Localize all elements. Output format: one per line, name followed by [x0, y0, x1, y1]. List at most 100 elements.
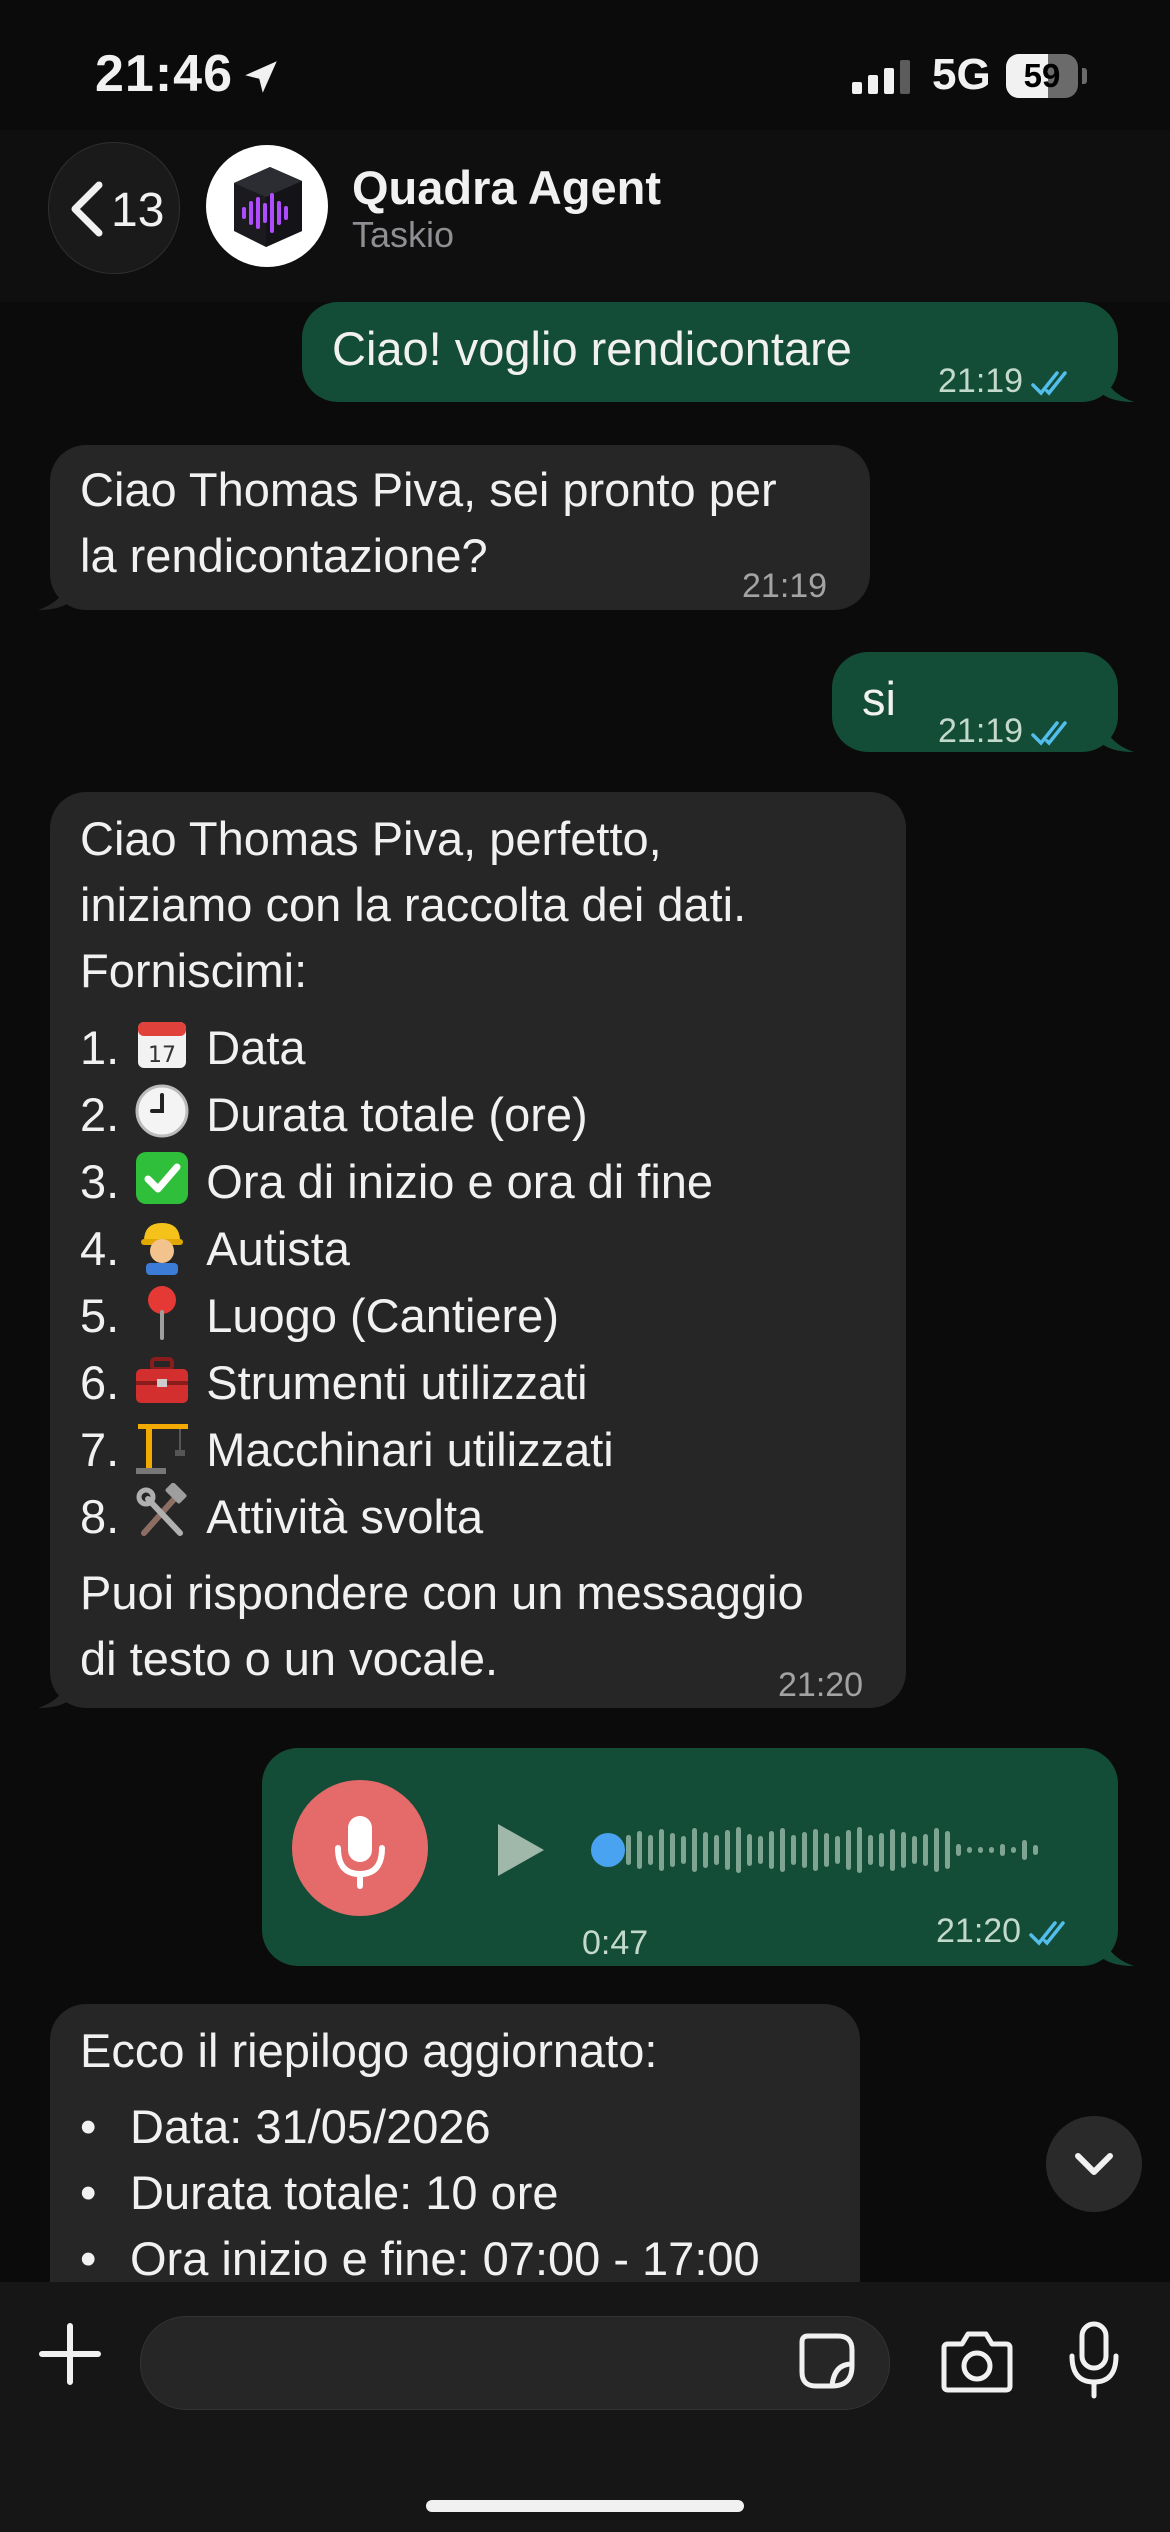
waveform-bar	[725, 1830, 730, 1870]
check-mark-icon	[136, 1152, 189, 1204]
waveform-bar	[989, 1847, 994, 1853]
waveform-bar	[802, 1832, 807, 1868]
message-text: Puoi rispondere con un messaggio	[80, 1566, 804, 1619]
bubble-tail	[1100, 1926, 1134, 1966]
bubble-tail	[38, 1668, 72, 1708]
status-bar: 21:46 5G 59	[0, 0, 1170, 150]
waveform-bar	[846, 1830, 851, 1870]
waveform-bar	[824, 1833, 829, 1867]
waveform-bar	[1022, 1840, 1027, 1860]
waveform-bar	[978, 1847, 983, 1853]
list-item: • Data: 31/05/2026	[80, 2100, 491, 2153]
message-text: la rendicontazione?	[80, 529, 488, 582]
battery-percent: 59	[1023, 57, 1061, 94]
message-outgoing[interactable]: si 21:19	[832, 652, 1118, 752]
message-text: Ciao Thomas Piva, sei pronto per	[80, 463, 777, 516]
waveform-bar	[747, 1834, 752, 1866]
message-text: Ciao! voglio rendicontare	[332, 322, 852, 375]
voice-mic-avatar	[292, 1780, 428, 1916]
plus-icon[interactable]	[38, 2322, 102, 2386]
waveform-bar	[956, 1844, 961, 1856]
camera-icon[interactable]	[940, 2328, 1014, 2394]
waveform-bar	[637, 1831, 642, 1869]
double-check-read-icon	[1031, 721, 1067, 746]
list-item: 2. Durata totale (ore)	[80, 1081, 804, 1148]
list-item: 5. Luogo (Cantiere)	[80, 1282, 804, 1349]
message-text: Forniscimi:	[80, 944, 308, 997]
playback-position-dot	[591, 1833, 625, 1867]
list-item: • Durata totale: 10 ore	[80, 2166, 559, 2219]
audio-cube-logo-icon	[234, 167, 302, 247]
list-item: 6. Strumenti utilizzati	[80, 1349, 804, 1416]
pushpin-icon	[148, 1286, 177, 1340]
home-indicator	[426, 2500, 744, 2512]
voice-message[interactable]: 0:47 21:20	[262, 1748, 1118, 1966]
waveform-bar	[890, 1829, 895, 1871]
waveform-bar	[879, 1833, 884, 1867]
waveform-bar	[901, 1832, 906, 1868]
chat-header: 13 Quadra Agent Taskio	[0, 130, 1170, 302]
waveform-bar	[868, 1835, 873, 1865]
message-time: 21:20	[936, 1912, 1022, 1950]
double-check-read-icon	[1029, 1921, 1065, 1946]
bubble-tail	[38, 570, 72, 610]
message-incoming[interactable]: Ciao Thomas Piva, sei pronto per la rend…	[50, 445, 870, 610]
message-time: 21:19	[938, 362, 1024, 400]
waveform-bar	[934, 1828, 939, 1872]
message-time: 21:19	[742, 567, 828, 605]
message-input[interactable]	[171, 2317, 795, 2411]
sticker-icon[interactable]	[796, 2330, 858, 2392]
chevron-down-icon	[1075, 2153, 1113, 2175]
waveform-bar	[967, 1847, 972, 1853]
scroll-to-bottom-button[interactable]	[1046, 2116, 1142, 2212]
message-text: di testo o un vocale.	[80, 1632, 499, 1685]
back-button[interactable]: 13	[48, 142, 180, 274]
unread-count: 13	[111, 184, 165, 237]
waveform-bar	[681, 1836, 686, 1864]
crane-icon	[136, 1424, 189, 1474]
waveform-bar	[769, 1831, 774, 1869]
message-text: Ciao Thomas Piva, perfetto,	[80, 812, 662, 865]
message-text: iniziamo con la raccolta dei dati.	[80, 878, 747, 931]
waveform-bar	[648, 1835, 653, 1865]
waveform-bar	[857, 1827, 862, 1873]
waveform-bar	[780, 1828, 785, 1872]
list-item: 8. Attività svolta	[80, 1483, 804, 1550]
voice-waveform[interactable]	[588, 1800, 1088, 1900]
contact-avatar[interactable]	[206, 145, 328, 267]
waveform-bar	[670, 1833, 675, 1867]
clock-icon	[135, 1084, 189, 1138]
network-type: 5G	[932, 50, 991, 99]
message-text: Ecco il riepilogo aggiornato:	[80, 2024, 658, 2077]
message-time: 21:20	[778, 1666, 864, 1704]
list-item: 1. 17 Data	[80, 1014, 804, 1081]
chevron-left-icon	[71, 181, 103, 237]
waveform-bar	[714, 1835, 719, 1865]
bubble-tail	[1100, 362, 1134, 402]
chat-area[interactable]: Ciao! voglio rendicontare 21:19 Ciao Tho…	[0, 302, 1170, 2282]
play-icon[interactable]	[492, 1820, 548, 1880]
waveform-bar	[659, 1829, 664, 1871]
message-incoming[interactable]: Ciao Thomas Piva, perfetto, iniziamo con…	[50, 792, 906, 1708]
waveform-bar	[703, 1832, 708, 1868]
waveform-bar	[626, 1835, 631, 1865]
waveform-bar	[758, 1836, 763, 1864]
contact-subtitle: Taskio	[352, 214, 455, 255]
waveform-bar	[912, 1836, 917, 1864]
list-item: 4. Autista	[80, 1215, 804, 1282]
calendar-icon: 17	[138, 1022, 187, 1068]
message-text: si	[862, 672, 896, 725]
waveform-bar	[835, 1836, 840, 1864]
composer-bar	[0, 2282, 1170, 2532]
message-incoming[interactable]: Ecco il riepilogo aggiornato: • Data: 31/…	[50, 2004, 860, 2282]
waveform-bar	[813, 1829, 818, 1871]
contact-name[interactable]: Quadra Agent	[352, 160, 661, 215]
message-outgoing[interactable]: Ciao! voglio rendicontare 21:19	[302, 302, 1118, 402]
message-input-wrapper	[140, 2316, 890, 2411]
microphone-icon[interactable]	[1066, 2320, 1122, 2400]
waveform-bar	[945, 1831, 950, 1869]
waveform-bar	[1033, 1845, 1038, 1855]
voice-duration: 0:47	[582, 1924, 649, 1962]
battery-indicator: 59	[1006, 54, 1087, 98]
toolbox-icon	[136, 1357, 189, 1403]
